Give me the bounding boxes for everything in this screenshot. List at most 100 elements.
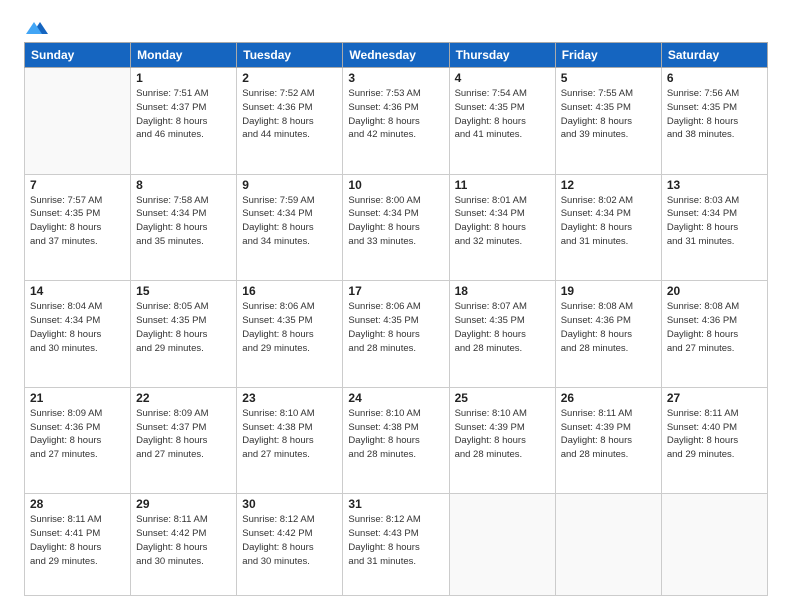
day-info: Sunrise: 8:00 AM Sunset: 4:34 PM Dayligh… <box>348 194 443 249</box>
calendar-cell: 16 Sunrise: 8:06 AM Sunset: 4:35 PM Dayli… <box>237 281 343 388</box>
day-info: Sunrise: 7:52 AM Sunset: 4:36 PM Dayligh… <box>242 87 337 142</box>
calendar-cell: 12 Sunrise: 8:02 AM Sunset: 4:34 PM Dayli… <box>555 174 661 281</box>
day-info: Sunrise: 8:06 AM Sunset: 4:35 PM Dayligh… <box>242 300 337 355</box>
day-number: 29 <box>136 497 231 511</box>
weekday-header-sunday: Sunday <box>25 43 131 68</box>
day-number: 31 <box>348 497 443 511</box>
calendar-cell: 24Sunrise: 8:10 AM Sunset: 4:38 PM Dayli… <box>343 387 449 494</box>
weekday-header-monday: Monday <box>131 43 237 68</box>
calendar-cell: 28 Sunrise: 8:11 AM Sunset: 4:41 PM Dayli… <box>25 494 131 596</box>
day-info: Sunrise: 8:07 AM Sunset: 4:35 PM Dayligh… <box>455 300 550 355</box>
day-number: 19 <box>561 284 656 298</box>
day-info: Sunrise: 8:10 AM Sunset: 4:38 PM Dayligh… <box>242 407 337 462</box>
day-info: Sunrise: 7:58 AM Sunset: 4:34 PM Dayligh… <box>136 194 231 249</box>
day-info: Sunrise: 8:01 AM Sunset: 4:34 PM Dayligh… <box>455 194 550 249</box>
day-info: Sunrise: 8:09 AM Sunset: 4:36 PM Dayligh… <box>30 407 125 462</box>
calendar-cell: 29 Sunrise: 8:11 AM Sunset: 4:42 PM Dayli… <box>131 494 237 596</box>
day-number: 21 <box>30 391 125 405</box>
week-row-3: 14Sunrise: 8:04 AM Sunset: 4:34 PM Dayli… <box>25 281 768 388</box>
day-info: Sunrise: 8:11 AM Sunset: 4:41 PM Dayligh… <box>30 513 125 568</box>
weekday-header-thursday: Thursday <box>449 43 555 68</box>
day-number: 1 <box>136 71 231 85</box>
day-info: Sunrise: 7:51 AM Sunset: 4:37 PM Dayligh… <box>136 87 231 142</box>
day-info: Sunrise: 7:57 AM Sunset: 4:35 PM Dayligh… <box>30 194 125 249</box>
day-info: Sunrise: 8:03 AM Sunset: 4:34 PM Dayligh… <box>667 194 762 249</box>
day-number: 30 <box>242 497 337 511</box>
day-number: 22 <box>136 391 231 405</box>
day-info: Sunrise: 8:12 AM Sunset: 4:43 PM Dayligh… <box>348 513 443 568</box>
day-info: Sunrise: 8:05 AM Sunset: 4:35 PM Dayligh… <box>136 300 231 355</box>
calendar-cell <box>449 494 555 596</box>
calendar-cell: 19Sunrise: 8:08 AM Sunset: 4:36 PM Dayli… <box>555 281 661 388</box>
calendar-cell: 31 Sunrise: 8:12 AM Sunset: 4:43 PM Dayli… <box>343 494 449 596</box>
day-info: Sunrise: 8:11 AM Sunset: 4:42 PM Dayligh… <box>136 513 231 568</box>
calendar-cell: 9 Sunrise: 7:59 AM Sunset: 4:34 PM Daylig… <box>237 174 343 281</box>
calendar-cell: 17 Sunrise: 8:06 AM Sunset: 4:35 PM Dayli… <box>343 281 449 388</box>
calendar-cell: 6 Sunrise: 7:56 AM Sunset: 4:35 PM Daylig… <box>661 68 767 175</box>
calendar-cell: 23 Sunrise: 8:10 AM Sunset: 4:38 PM Dayli… <box>237 387 343 494</box>
week-row-1: 1 Sunrise: 7:51 AM Sunset: 4:37 PM Daylig… <box>25 68 768 175</box>
day-number: 17 <box>348 284 443 298</box>
day-number: 7 <box>30 178 125 192</box>
day-info: Sunrise: 7:59 AM Sunset: 4:34 PM Dayligh… <box>242 194 337 249</box>
calendar-cell <box>25 68 131 175</box>
calendar-cell: 10 Sunrise: 8:00 AM Sunset: 4:34 PM Dayli… <box>343 174 449 281</box>
calendar-cell: 1 Sunrise: 7:51 AM Sunset: 4:37 PM Daylig… <box>131 68 237 175</box>
day-number: 28 <box>30 497 125 511</box>
day-info: Sunrise: 8:02 AM Sunset: 4:34 PM Dayligh… <box>561 194 656 249</box>
calendar-cell: 15 Sunrise: 8:05 AM Sunset: 4:35 PM Dayli… <box>131 281 237 388</box>
day-number: 15 <box>136 284 231 298</box>
day-number: 8 <box>136 178 231 192</box>
day-number: 14 <box>30 284 125 298</box>
day-info: Sunrise: 8:11 AM Sunset: 4:39 PM Dayligh… <box>561 407 656 462</box>
calendar-cell: 5 Sunrise: 7:55 AM Sunset: 4:35 PM Daylig… <box>555 68 661 175</box>
day-number: 12 <box>561 178 656 192</box>
weekday-header-row: SundayMondayTuesdayWednesdayThursdayFrid… <box>25 43 768 68</box>
day-number: 18 <box>455 284 550 298</box>
calendar-cell: 20 Sunrise: 8:08 AM Sunset: 4:36 PM Dayli… <box>661 281 767 388</box>
day-info: Sunrise: 8:11 AM Sunset: 4:40 PM Dayligh… <box>667 407 762 462</box>
calendar-cell: 21 Sunrise: 8:09 AM Sunset: 4:36 PM Dayli… <box>25 387 131 494</box>
header <box>24 20 768 32</box>
calendar-cell <box>555 494 661 596</box>
weekday-header-wednesday: Wednesday <box>343 43 449 68</box>
calendar-cell: 2Sunrise: 7:52 AM Sunset: 4:36 PM Daylig… <box>237 68 343 175</box>
day-number: 27 <box>667 391 762 405</box>
day-info: Sunrise: 7:56 AM Sunset: 4:35 PM Dayligh… <box>667 87 762 142</box>
calendar-cell: 27 Sunrise: 8:11 AM Sunset: 4:40 PM Dayli… <box>661 387 767 494</box>
weekday-header-tuesday: Tuesday <box>237 43 343 68</box>
calendar-cell: 4Sunrise: 7:54 AM Sunset: 4:35 PM Daylig… <box>449 68 555 175</box>
calendar-cell: 22 Sunrise: 8:09 AM Sunset: 4:37 PM Dayli… <box>131 387 237 494</box>
calendar-cell: 3 Sunrise: 7:53 AM Sunset: 4:36 PM Daylig… <box>343 68 449 175</box>
day-number: 3 <box>348 71 443 85</box>
day-info: Sunrise: 8:09 AM Sunset: 4:37 PM Dayligh… <box>136 407 231 462</box>
day-number: 6 <box>667 71 762 85</box>
weekday-header-friday: Friday <box>555 43 661 68</box>
day-info: Sunrise: 8:06 AM Sunset: 4:35 PM Dayligh… <box>348 300 443 355</box>
calendar-cell: 11Sunrise: 8:01 AM Sunset: 4:34 PM Dayli… <box>449 174 555 281</box>
day-number: 4 <box>455 71 550 85</box>
calendar-cell: 8 Sunrise: 7:58 AM Sunset: 4:34 PM Daylig… <box>131 174 237 281</box>
day-number: 25 <box>455 391 550 405</box>
logo <box>24 20 50 32</box>
calendar-cell: 7 Sunrise: 7:57 AM Sunset: 4:35 PM Daylig… <box>25 174 131 281</box>
day-number: 9 <box>242 178 337 192</box>
calendar-cell: 30Sunrise: 8:12 AM Sunset: 4:42 PM Dayli… <box>237 494 343 596</box>
day-info: Sunrise: 8:10 AM Sunset: 4:38 PM Dayligh… <box>348 407 443 462</box>
day-number: 5 <box>561 71 656 85</box>
calendar: SundayMondayTuesdayWednesdayThursdayFrid… <box>24 42 768 596</box>
day-info: Sunrise: 7:53 AM Sunset: 4:36 PM Dayligh… <box>348 87 443 142</box>
day-number: 20 <box>667 284 762 298</box>
weekday-header-saturday: Saturday <box>661 43 767 68</box>
day-number: 10 <box>348 178 443 192</box>
page: SundayMondayTuesdayWednesdayThursdayFrid… <box>0 0 792 612</box>
day-number: 16 <box>242 284 337 298</box>
day-info: Sunrise: 8:08 AM Sunset: 4:36 PM Dayligh… <box>667 300 762 355</box>
calendar-cell: 13Sunrise: 8:03 AM Sunset: 4:34 PM Dayli… <box>661 174 767 281</box>
day-info: Sunrise: 7:55 AM Sunset: 4:35 PM Dayligh… <box>561 87 656 142</box>
week-row-4: 21 Sunrise: 8:09 AM Sunset: 4:36 PM Dayli… <box>25 387 768 494</box>
day-number: 23 <box>242 391 337 405</box>
calendar-cell: 26Sunrise: 8:11 AM Sunset: 4:39 PM Dayli… <box>555 387 661 494</box>
calendar-cell: 14Sunrise: 8:04 AM Sunset: 4:34 PM Dayli… <box>25 281 131 388</box>
day-info: Sunrise: 8:10 AM Sunset: 4:39 PM Dayligh… <box>455 407 550 462</box>
